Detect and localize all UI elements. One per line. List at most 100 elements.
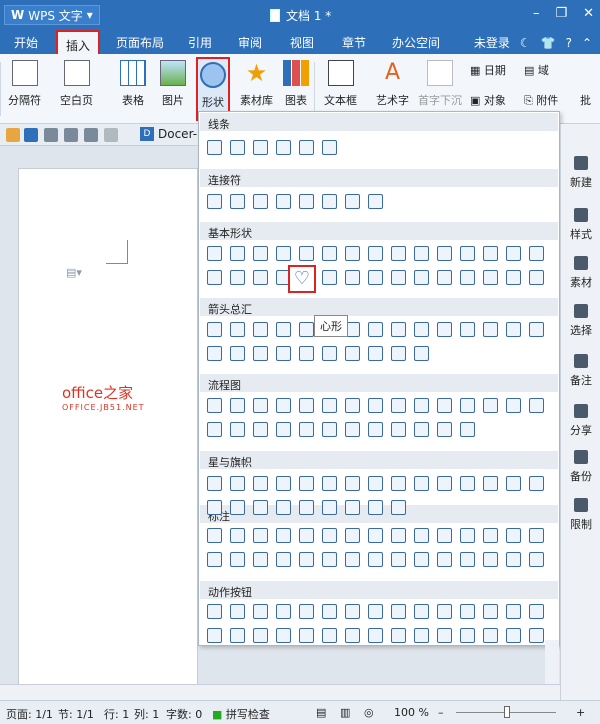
shape-item[interactable] bbox=[414, 270, 429, 285]
shape-item[interactable] bbox=[322, 628, 337, 643]
shape-item[interactable] bbox=[460, 422, 475, 437]
shape-item[interactable] bbox=[368, 422, 383, 437]
shape-item[interactable] bbox=[299, 140, 314, 155]
material-library-button[interactable]: ★ 素材库 bbox=[240, 60, 273, 108]
sidebar-item-share[interactable]: 分享 bbox=[561, 404, 600, 438]
shape-item[interactable] bbox=[437, 528, 452, 543]
shape-item[interactable] bbox=[299, 422, 314, 437]
drop-cap-button[interactable]: 首字下沉 bbox=[418, 60, 462, 108]
shape-item[interactable] bbox=[299, 346, 314, 361]
shape-item[interactable] bbox=[506, 246, 521, 261]
shape-item[interactable] bbox=[345, 500, 360, 515]
date-button[interactable]: ▦ 日期 bbox=[470, 62, 506, 78]
shape-item[interactable] bbox=[207, 322, 222, 337]
shape-item[interactable] bbox=[230, 528, 245, 543]
shape-item[interactable] bbox=[414, 322, 429, 337]
paragraph-icon[interactable]: ▤▾ bbox=[66, 266, 82, 279]
shape-item[interactable] bbox=[253, 500, 268, 515]
horizontal-scrollbar[interactable] bbox=[0, 684, 560, 700]
shape-item[interactable] bbox=[368, 346, 383, 361]
shape-item[interactable] bbox=[506, 270, 521, 285]
shape-item[interactable] bbox=[207, 140, 222, 155]
zoom-out-icon[interactable]: – bbox=[438, 706, 444, 719]
shape-item[interactable] bbox=[437, 422, 452, 437]
shape-item[interactable] bbox=[299, 500, 314, 515]
shape-item[interactable] bbox=[207, 422, 222, 437]
shape-item[interactable] bbox=[253, 246, 268, 261]
shape-item[interactable] bbox=[230, 552, 245, 567]
shape-item[interactable] bbox=[529, 270, 544, 285]
shape-item[interactable] bbox=[368, 604, 383, 619]
zoom-level[interactable]: 100 % bbox=[394, 706, 429, 719]
shape-item[interactable] bbox=[391, 346, 406, 361]
shirt-icon[interactable]: 👕 bbox=[541, 36, 556, 50]
shape-item[interactable] bbox=[529, 528, 544, 543]
shape-item[interactable] bbox=[414, 398, 429, 413]
shape-item[interactable] bbox=[506, 604, 521, 619]
sidebar-item-new[interactable]: 新建 bbox=[561, 156, 600, 190]
shape-item[interactable] bbox=[276, 604, 291, 619]
shape-item[interactable] bbox=[368, 552, 383, 567]
table-button[interactable]: 表格 bbox=[120, 60, 146, 108]
shape-item[interactable] bbox=[437, 604, 452, 619]
shape-item[interactable] bbox=[414, 476, 429, 491]
shape-item[interactable] bbox=[230, 322, 245, 337]
restore-icon[interactable]: ❐ bbox=[555, 6, 567, 21]
shape-item[interactable] bbox=[529, 476, 544, 491]
shape-item[interactable] bbox=[230, 140, 245, 155]
shape-item[interactable] bbox=[368, 528, 383, 543]
shape-item[interactable] bbox=[368, 322, 383, 337]
shape-item[interactable] bbox=[253, 346, 268, 361]
shape-item[interactable] bbox=[345, 270, 360, 285]
shape-item[interactable] bbox=[230, 476, 245, 491]
heart-shape-button[interactable]: ♡ bbox=[288, 265, 316, 293]
shape-item[interactable] bbox=[437, 322, 452, 337]
shape-item[interactable] bbox=[460, 476, 475, 491]
shape-item[interactable] bbox=[460, 398, 475, 413]
shape-item[interactable] bbox=[276, 246, 291, 261]
shape-item[interactable] bbox=[414, 628, 429, 643]
zoom-in-icon[interactable]: + bbox=[576, 706, 585, 719]
shape-item[interactable] bbox=[391, 604, 406, 619]
sidebar-item-style[interactable]: 样式 bbox=[561, 208, 600, 242]
shape-item[interactable] bbox=[529, 322, 544, 337]
shape-item[interactable] bbox=[483, 398, 498, 413]
chevron-up-icon[interactable]: ⌃ bbox=[582, 36, 592, 50]
tab-insert[interactable]: 插入 bbox=[56, 30, 101, 56]
shape-item[interactable] bbox=[460, 528, 475, 543]
shape-item[interactable] bbox=[506, 322, 521, 337]
shape-item[interactable] bbox=[345, 194, 360, 209]
shape-item[interactable] bbox=[207, 194, 222, 209]
shape-item[interactable] bbox=[230, 604, 245, 619]
shape-item[interactable] bbox=[414, 346, 429, 361]
shape-item[interactable] bbox=[345, 346, 360, 361]
shape-item[interactable] bbox=[253, 422, 268, 437]
shape-item[interactable] bbox=[207, 500, 222, 515]
shape-item[interactable] bbox=[437, 552, 452, 567]
shape-item[interactable] bbox=[299, 604, 314, 619]
shape-item[interactable] bbox=[276, 628, 291, 643]
shape-item[interactable] bbox=[345, 422, 360, 437]
shape-item[interactable] bbox=[253, 398, 268, 413]
field-button[interactable]: ▤ 域 bbox=[524, 62, 549, 78]
shape-item[interactable] bbox=[276, 528, 291, 543]
shape-item[interactable] bbox=[276, 398, 291, 413]
tab-references[interactable]: 引用 bbox=[188, 34, 212, 51]
skin-icon[interactable]: ☾ bbox=[520, 36, 531, 50]
web-view-icon[interactable]: ◎ bbox=[364, 706, 374, 719]
docer-tab[interactable]: D Docer- bbox=[140, 127, 197, 141]
shape-item[interactable] bbox=[230, 270, 245, 285]
tab-view[interactable]: 视图 bbox=[290, 34, 314, 51]
page-view-icon[interactable]: ▤ bbox=[316, 706, 326, 719]
picture-button[interactable]: 图片 bbox=[160, 60, 186, 108]
print-icon[interactable] bbox=[44, 128, 58, 142]
vertical-scrollbar[interactable] bbox=[545, 640, 559, 684]
shape-item[interactable] bbox=[253, 140, 268, 155]
shape-item[interactable] bbox=[483, 604, 498, 619]
shape-item[interactable] bbox=[391, 528, 406, 543]
shape-item[interactable] bbox=[437, 270, 452, 285]
textbox-button[interactable]: 文本框 bbox=[324, 60, 357, 108]
shape-item[interactable] bbox=[299, 194, 314, 209]
shape-item[interactable] bbox=[483, 552, 498, 567]
shape-item[interactable] bbox=[207, 604, 222, 619]
